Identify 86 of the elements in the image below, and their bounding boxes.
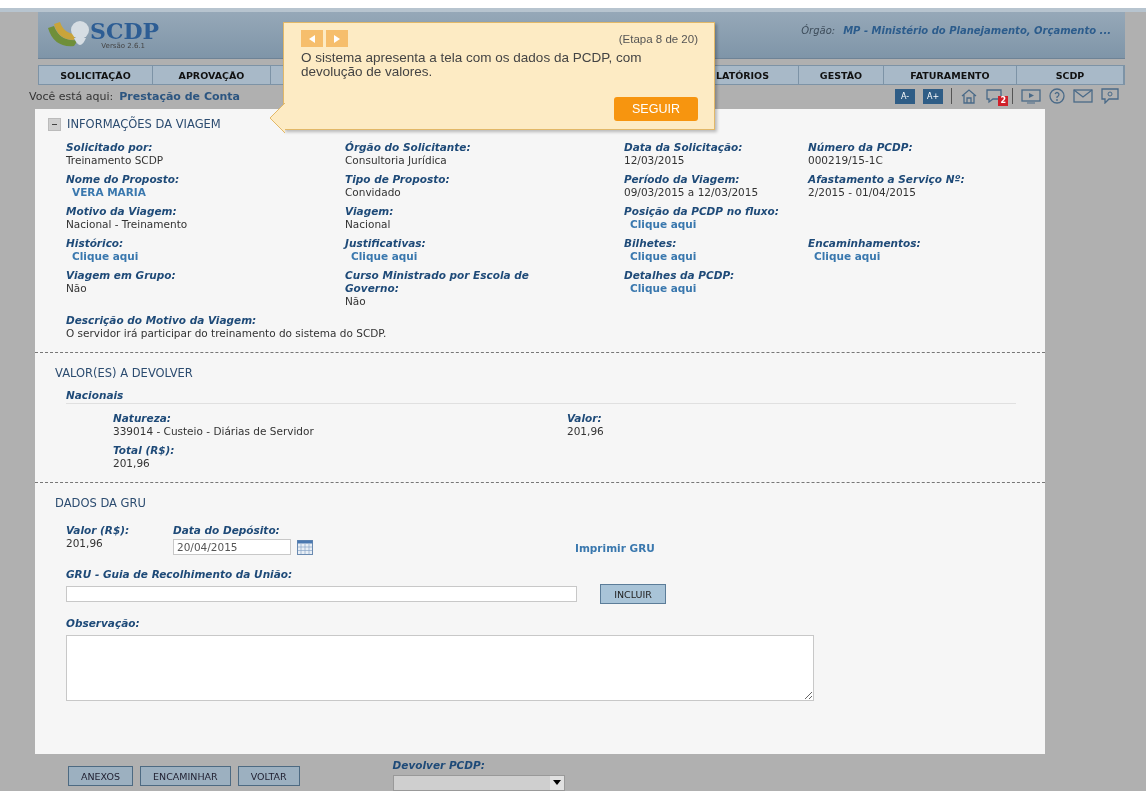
home-icon[interactable]	[960, 88, 978, 104]
field-value: Não	[345, 295, 367, 308]
field-link[interactable]: Clique aqui	[624, 282, 808, 295]
field-value: 339014 - Custeio - Diárias de Servidor	[113, 425, 315, 438]
field-label: Motivo da Viagem:	[66, 205, 178, 218]
field-label: Bilhetes:	[624, 237, 678, 250]
menu-tab[interactable]: LATÓRIOS	[714, 66, 799, 84]
comment-icon[interactable]	[1101, 88, 1119, 104]
date-field[interactable]: 20/04/2015	[173, 539, 291, 555]
field-value: Convidado	[345, 186, 402, 199]
field-label: Descrição do Motivo da Viagem:	[66, 314, 258, 327]
font-larger-button[interactable]: A+	[923, 88, 943, 104]
field-label: Tipo de Proposto:	[345, 173, 451, 186]
org-label: Órgão:	[801, 24, 836, 36]
print-link[interactable]: Imprimir GRU	[575, 542, 655, 554]
field-link[interactable]: Clique aqui	[624, 250, 808, 263]
field-label: Justificativas:	[345, 237, 427, 250]
org-value: MP - Ministério do Planejamento, Orçamento ...	[843, 24, 1111, 36]
field-label: Histórico:	[66, 237, 125, 250]
include-button[interactable]: INCLUIR	[600, 584, 666, 604]
logo-title: SCDP	[90, 20, 160, 42]
breadcrumb-label: Você está aqui:	[29, 89, 114, 103]
breadcrumb-link[interactable]: Prestação de Conta	[119, 89, 241, 103]
field-link[interactable]: Clique aqui	[345, 250, 624, 263]
field-link[interactable]: Clique aqui	[66, 250, 345, 263]
field-value: 12/03/2015	[624, 154, 686, 167]
field-link[interactable]: VERA MARIA	[66, 186, 345, 199]
field-label: Detalhes da PCDP:	[624, 269, 736, 282]
tour-message: O sistema apresenta a tela com os dados da PCDP, com devolução de valores.	[301, 51, 643, 79]
section-title: INFORMAÇÕES DA VIAGEM	[67, 117, 221, 131]
field-label: GRU - Guia de Recolhimento da União:	[65, 567, 294, 580]
field-value: 201,96	[66, 537, 104, 550]
field-label: Curso Ministrado por Escola de Governo:	[345, 269, 530, 295]
field-value: Nacional - Treinamento	[66, 218, 189, 231]
group-header: Nacionais	[66, 389, 1016, 404]
field-label: Viagem:	[345, 205, 395, 218]
left-arrow-icon	[308, 34, 316, 43]
dropdown-arrow-icon	[552, 780, 561, 786]
right-arrow-icon	[333, 34, 341, 43]
field-value: Nacional	[345, 218, 392, 231]
section-title: DADOS DA GRU	[54, 495, 147, 510]
field-label: Encaminhamentos:	[808, 237, 922, 250]
field-value: Consultoria Jurídica	[345, 154, 448, 167]
field-label: Viagem em Grupo:	[66, 269, 177, 282]
previous-step-button[interactable]	[301, 30, 323, 47]
mail-icon[interactable]	[1073, 89, 1093, 103]
field-value: 09/03/2015 a 12/03/2015	[624, 186, 760, 199]
field-label: Devolver PCDP:	[392, 759, 486, 771]
action-button[interactable]: ENCAMINHAR	[140, 766, 231, 786]
field-value: 2/2015 - 01/04/2015	[808, 186, 917, 199]
field-label: Valor:	[567, 412, 603, 425]
field-link[interactable]: Clique aqui	[808, 250, 1008, 263]
field-label: Total (R$):	[113, 444, 176, 457]
field-value: 000219/15-1C	[808, 154, 884, 167]
field-label: Observação:	[65, 616, 141, 629]
field-value: Treinamento SCDP	[66, 154, 165, 167]
step-counter: (Etapa 8 de 20)	[618, 32, 698, 45]
field-label: Órgão do Solicitante:	[345, 141, 472, 154]
field-label: Período da Viagem:	[624, 173, 741, 186]
font-smaller-button[interactable]: A-	[895, 88, 915, 104]
message-count-badge: 2	[998, 96, 1008, 106]
collapse-toggle[interactable]	[48, 117, 61, 131]
gru-input-field[interactable]	[66, 586, 577, 602]
section-title: VALOR(ES) A DEVOLVER	[54, 365, 194, 380]
field-label: Nome do Proposto:	[66, 173, 181, 186]
video-icon[interactable]	[1021, 88, 1041, 104]
action-button[interactable]: ANEXOS	[68, 766, 134, 786]
field-label: Data da Solicitação:	[624, 141, 744, 154]
field-value: Não	[66, 282, 88, 295]
field-label: Data do Depósito:	[173, 524, 281, 537]
help-icon[interactable]	[1049, 88, 1065, 104]
field-value: 201,96	[567, 425, 604, 438]
return-select[interactable]	[392, 775, 565, 791]
calendar-icon[interactable]	[297, 539, 313, 555]
field-label: Natureza:	[113, 412, 173, 425]
field-value: 201,96	[113, 457, 151, 470]
action-button[interactable]: VOLTAR	[237, 766, 300, 786]
field-label: Afastamento a Serviço Nº:	[808, 173, 966, 186]
field-value: O servidor irá participar do treinamento do sistema do SCDP.	[66, 327, 388, 340]
field-label: Valor (R$):	[66, 524, 131, 537]
field-label: Número da PCDP:	[808, 141, 914, 154]
field-link[interactable]: Clique aqui	[624, 218, 808, 231]
next-step-button[interactable]	[326, 30, 348, 47]
field-label: Posição da PCDP no fluxo:	[624, 205, 780, 218]
observation-field[interactable]	[66, 635, 814, 701]
field-label: Solicitado por:	[66, 141, 154, 154]
